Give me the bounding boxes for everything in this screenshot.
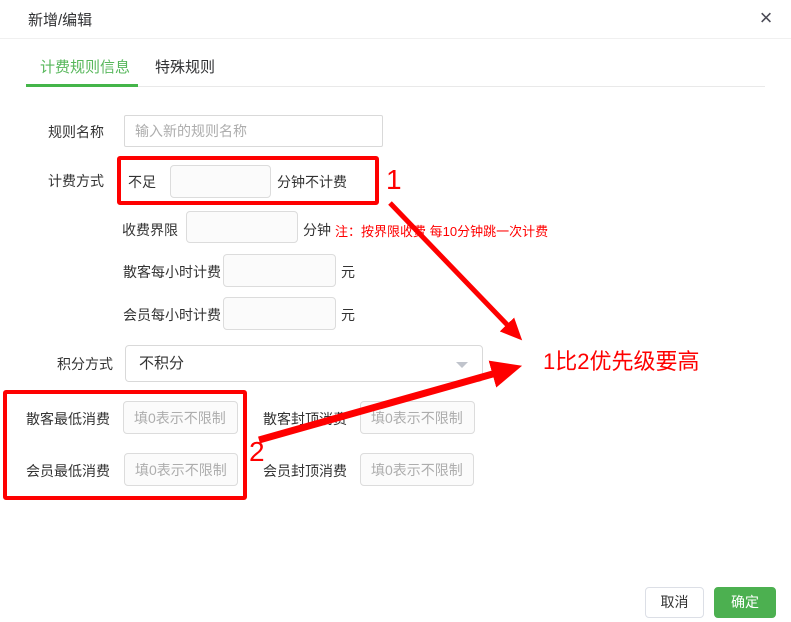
member-hourly-input[interactable]: [223, 297, 336, 330]
active-tab-underline: [26, 84, 138, 87]
chevron-down-icon: [456, 362, 468, 368]
points-method-selected-value: 不积分: [139, 355, 184, 372]
guest-cap-label: 散客封顶消费: [263, 409, 347, 429]
member-cap-label: 会员封顶消费: [263, 461, 347, 481]
member-min-input[interactable]: [124, 453, 238, 486]
guest-hourly-label: 散客每小时计费: [123, 262, 221, 282]
charge-limit-label: 收费界限: [122, 220, 178, 240]
charge-limit-note: 注：按界限收费 每10分钟跳一次计费: [335, 221, 548, 240]
dialog-title: 新增/编辑: [28, 9, 92, 30]
member-cap-input[interactable]: [360, 453, 474, 486]
guest-min-label: 散客最低消费: [26, 409, 110, 429]
guest-min-input[interactable]: [123, 401, 238, 434]
billing-method-label: 计费方式: [48, 171, 104, 191]
annotation-priority-note: 1比2优先级要高: [543, 344, 699, 376]
confirm-button[interactable]: 确定: [714, 587, 776, 618]
rule-name-label: 规则名称: [48, 122, 104, 142]
charge-limit-unit: 分钟: [303, 220, 331, 240]
annotation-arrows: [0, 0, 791, 622]
close-icon[interactable]: ×: [750, 2, 782, 34]
points-method-select[interactable]: 不积分: [125, 345, 483, 382]
member-hourly-unit: 元: [341, 305, 355, 325]
rule-name-input[interactable]: [124, 115, 383, 147]
header-divider: [0, 38, 791, 39]
guest-hourly-unit: 元: [341, 262, 355, 282]
tab-special-rules[interactable]: 特殊规则: [155, 56, 215, 77]
billing-method-suffix: 分钟不计费: [277, 172, 347, 192]
points-method-label: 积分方式: [57, 354, 113, 374]
member-min-label: 会员最低消费: [26, 461, 110, 481]
billing-method-prefix: 不足: [128, 172, 156, 192]
tab-billing-rule-info[interactable]: 计费规则信息: [40, 56, 130, 77]
guest-cap-input[interactable]: [360, 401, 475, 434]
charge-limit-input[interactable]: [186, 211, 298, 243]
add-edit-rule-dialog: 新增/编辑 × 计费规则信息 特殊规则 规则名称 计费方式 不足 分钟不计费 收…: [0, 0, 791, 622]
member-hourly-label: 会员每小时计费: [123, 305, 221, 325]
guest-hourly-input[interactable]: [223, 254, 336, 287]
free-minutes-input[interactable]: [170, 165, 271, 198]
annotation-marker-1: 1: [386, 166, 402, 194]
cancel-button[interactable]: 取消: [645, 587, 704, 618]
